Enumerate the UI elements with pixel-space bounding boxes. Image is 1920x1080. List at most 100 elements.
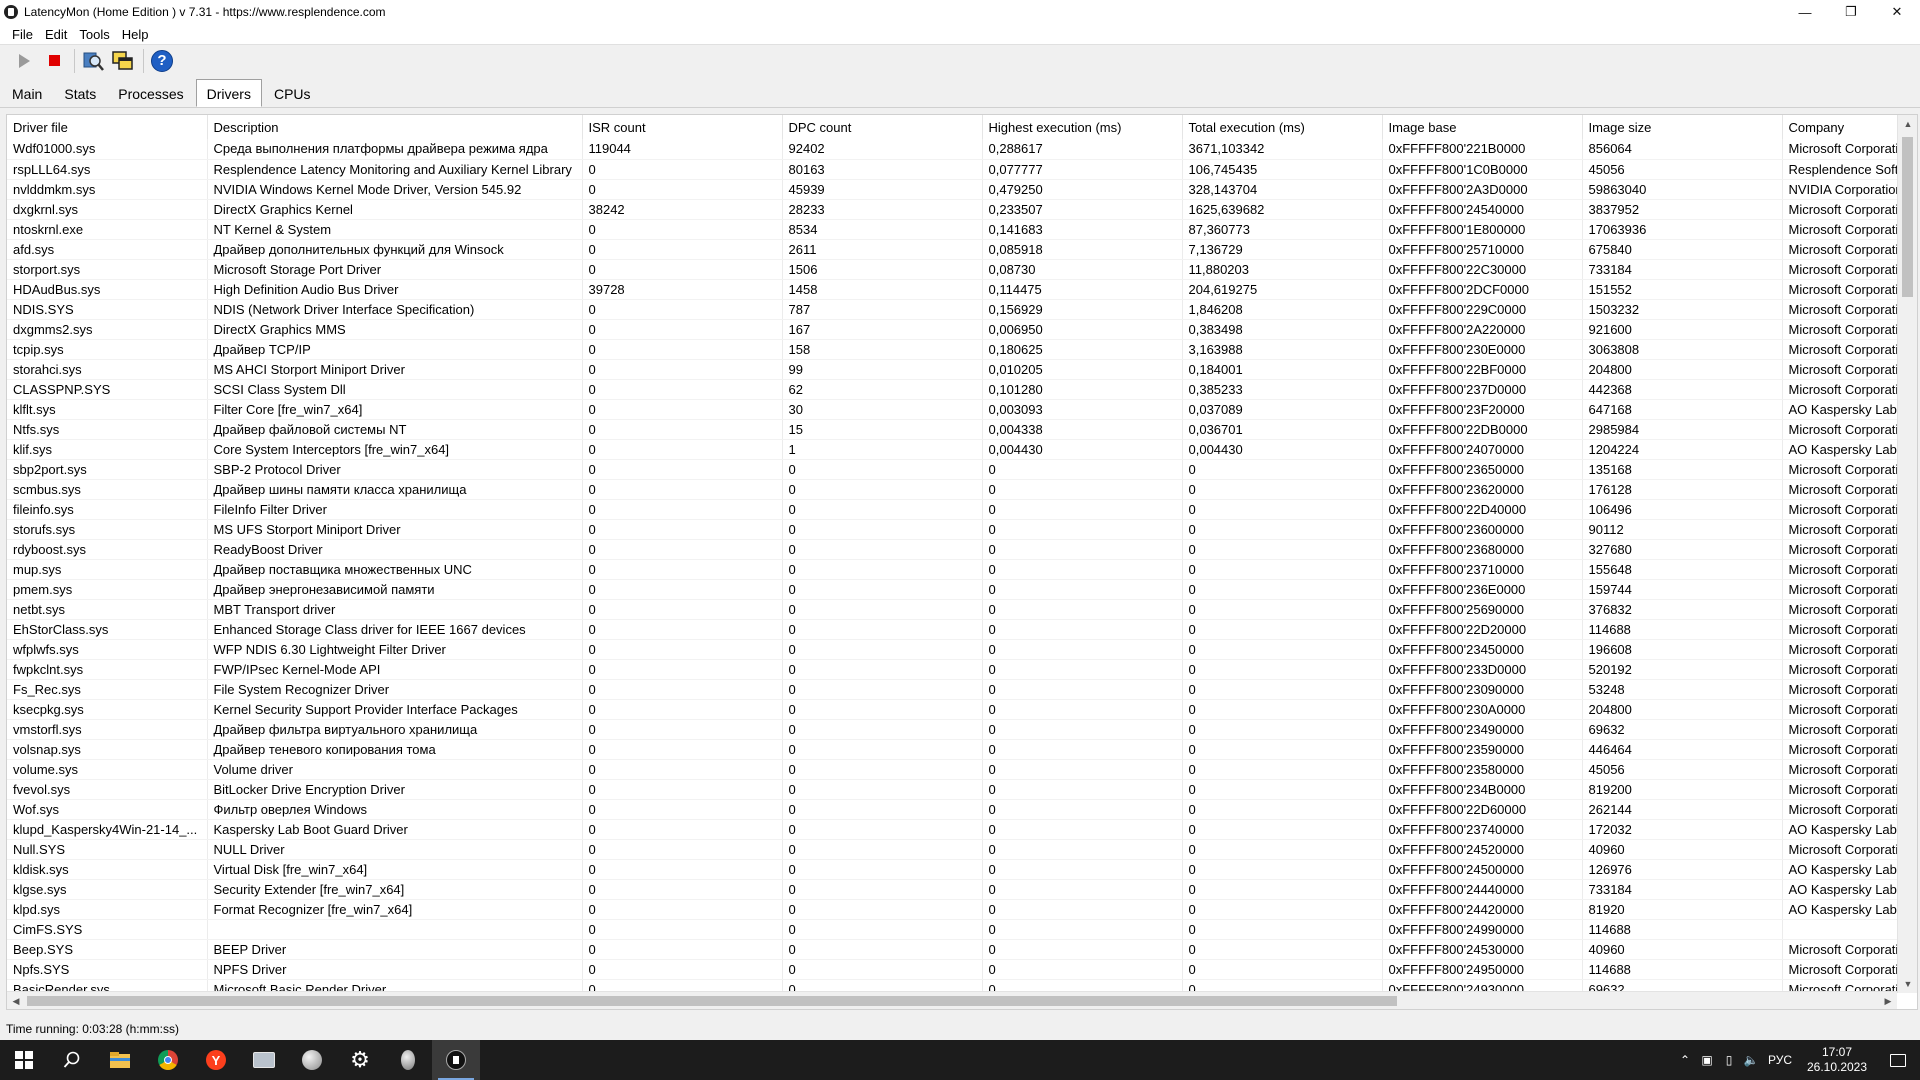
tab-main[interactable]: Main [2,81,52,107]
chevron-up-icon[interactable]: ⌃ [1674,1053,1696,1067]
table-row[interactable]: nvlddmkm.sys NVIDIA Windows Kernel Mode D… [7,179,1897,200]
table-row[interactable]: storahci.sys MS AHCI Storport Miniport Dr… [7,359,1897,380]
taskbar-clock[interactable]: 17:07 26.10.2023 [1798,1045,1876,1075]
table-row[interactable]: tcpip.sys Драйвер TCP/IP 0 158 0,180625 3,163… [7,339,1897,360]
horizontal-scrollbar[interactable]: ◀ ▶ [7,991,1897,1009]
battery-icon[interactable]: ▯ [1718,1053,1740,1067]
table-row[interactable]: CimFS.SYS 0 0 0 0 0xFFFFF800'24990000 114688 [7,919,1897,940]
table-row[interactable]: fileinfo.sys FileInfo Filter Driver 0 0 0 0 0x… [7,499,1897,520]
menu-help[interactable]: Help [116,27,155,42]
table-cell: 119044 [582,139,783,160]
drivers-grid[interactable]: Driver file Description ISR count DPC co… [7,115,1897,993]
table-row[interactable]: rspLLL64.sys Resplendence Latency Monitor… [7,159,1897,180]
vertical-scroll-thumb[interactable] [1902,137,1913,297]
taskbar-latencymon[interactable] [432,1040,480,1080]
language-indicator[interactable]: РУС [1762,1053,1798,1067]
column-header-description[interactable]: Description [207,115,583,139]
table-row[interactable]: ntoskrnl.exe NT Kernel & System 0 8534 0,141… [7,219,1897,240]
table-row[interactable]: sbp2port.sys SBP-2 Protocol Driver 0 0 0 0 0xF… [7,459,1897,480]
restore-button[interactable]: ❐ [1828,0,1874,24]
table-row[interactable]: klif.sys Core System Interceptors [fre_wi… [7,439,1897,460]
column-header-dpc-count[interactable]: DPC count [782,115,983,139]
table-cell: Microsoft Corporation [1782,379,1897,400]
table-cell: 0 [582,759,783,780]
table-row[interactable]: HDAudBus.sys High Definition Audio Bus Dr… [7,279,1897,300]
scroll-up-icon[interactable]: ▲ [1898,115,1917,133]
table-cell: 0 [782,599,983,620]
table-row[interactable]: Wof.sys Фильтр оверлея Windows 0 0 0 0 0xFFFFF… [7,799,1897,820]
volume-icon[interactable]: 🔈 [1740,1053,1762,1067]
table-row[interactable]: mup.sys Драйвер поставщика множественных … [7,559,1897,580]
close-button[interactable]: ✕ [1874,0,1920,24]
table-row[interactable]: rdyboost.sys ReadyBoost Driver 0 0 0 0 0xFFFFF… [7,539,1897,560]
table-row[interactable]: ksecpkg.sys Kernel Security Support Provi… [7,699,1897,720]
scroll-right-icon[interactable]: ▶ [1879,992,1897,1009]
column-header-company[interactable]: Company [1782,115,1897,139]
taskbar-chrome[interactable] [144,1040,192,1080]
table-row[interactable]: scmbus.sys Драйвер шины памяти класса хра… [7,479,1897,500]
table-row[interactable]: pmem.sys Драйвер энергонезависимой памяти… [7,579,1897,600]
table-row[interactable]: klupd_Kaspersky4Win-21-14_... Kaspersky L… [7,819,1897,840]
column-header-driver-file[interactable]: Driver file [7,115,208,139]
tab-stats[interactable]: Stats [54,81,106,107]
table-row[interactable]: Wdf01000.sys Среда выполнения платформы д… [7,139,1897,160]
table-row[interactable]: fwpkclnt.sys FWP/IPsec Kernel-Mode API 0 0 0… [7,659,1897,680]
scroll-down-icon[interactable]: ▼ [1898,975,1917,993]
taskbar-search-button[interactable] [48,1040,96,1080]
table-row[interactable]: EhStorClass.sys Enhanced Storage Class dr… [7,619,1897,640]
search-drivers-button[interactable] [79,48,107,74]
table-cell: 40960 [1582,839,1783,860]
start-monitoring-button[interactable] [10,48,38,74]
table-row[interactable]: fvevol.sys BitLocker Drive Encryption Dri… [7,779,1897,800]
taskbar-settings[interactable]: ⚙ [336,1040,384,1080]
start-button[interactable] [0,1040,48,1080]
taskbar-app-2[interactable] [288,1040,336,1080]
table-row[interactable]: volsnap.sys Драйвер теневого копирования … [7,739,1897,760]
column-header-highest-execution[interactable]: Highest execution (ms) [982,115,1183,139]
table-row[interactable]: storufs.sys MS UFS Storport Miniport Driv… [7,519,1897,540]
menu-edit[interactable]: Edit [39,27,73,42]
taskbar-file-explorer[interactable] [96,1040,144,1080]
table-row[interactable]: Ntfs.sys Драйвер файловой системы NT 0 15 0,… [7,419,1897,440]
menu-file[interactable]: File [6,27,39,42]
table-cell: 376832 [1582,599,1783,620]
horizontal-scroll-thumb[interactable] [27,996,1397,1006]
taskbar-yandex-browser[interactable]: Y [192,1040,240,1080]
stop-monitoring-button[interactable] [40,48,68,74]
vertical-scrollbar[interactable]: ▲ ▼ [1897,115,1917,993]
table-row[interactable]: dxgkrnl.sys DirectX Graphics Kernel 38242 2… [7,199,1897,220]
column-header-isr-count[interactable]: ISR count [582,115,783,139]
table-row[interactable]: Npfs.SYS NPFS Driver 0 0 0 0 0xFFFFF800'249500… [7,959,1897,980]
taskbar-app-3[interactable] [384,1040,432,1080]
network-icon[interactable]: ▣ [1696,1053,1718,1067]
notification-center-button[interactable] [1876,1040,1920,1080]
taskbar-app-1[interactable] [240,1040,288,1080]
tab-processes[interactable]: Processes [108,81,193,107]
table-row[interactable]: kldisk.sys Virtual Disk [fre_win7_x64] 0 0 0… [7,859,1897,880]
tab-drivers[interactable]: Drivers [195,79,262,107]
table-row[interactable]: storport.sys Microsoft Storage Port Drive… [7,259,1897,280]
column-header-image-size[interactable]: Image size [1582,115,1783,139]
copy-windows-button[interactable] [109,48,137,74]
table-row[interactable]: CLASSPNP.SYS SCSI Class System Dll 0 62 0,10… [7,379,1897,400]
table-row[interactable]: dxgmms2.sys DirectX Graphics MMS 0 167 0,006… [7,319,1897,340]
table-row[interactable]: vmstorfl.sys Драйвер фильтра виртуального… [7,719,1897,740]
table-row[interactable]: klgse.sys Security Extender [fre_win7_x64… [7,879,1897,900]
table-row[interactable]: Beep.SYS BEEP Driver 0 0 0 0 0xFFFFF800'245300… [7,939,1897,960]
table-row[interactable]: NDIS.SYS NDIS (Network Driver Interface S… [7,299,1897,320]
table-row[interactable]: volume.sys Volume driver 0 0 0 0 0xFFFFF800'23… [7,759,1897,780]
table-row[interactable]: netbt.sys MBT Transport driver 0 0 0 0 0xFFFFF… [7,599,1897,620]
column-header-image-base[interactable]: Image base [1382,115,1583,139]
table-row[interactable]: klflt.sys Filter Core [fre_win7_x64] 0 30 0,… [7,399,1897,420]
table-row[interactable]: Fs_Rec.sys File System Recognizer Driver 0… [7,679,1897,700]
scroll-left-icon[interactable]: ◀ [7,992,25,1009]
menu-tools[interactable]: Tools [73,27,115,42]
minimize-button[interactable]: — [1782,0,1828,24]
table-row[interactable]: klpd.sys Format Recognizer [fre_win7_x64]… [7,899,1897,920]
table-row[interactable]: afd.sys Драйвер дополнительных функций дл… [7,239,1897,260]
column-header-total-execution[interactable]: Total execution (ms) [1182,115,1383,139]
tab-cpus[interactable]: CPUs [264,81,321,107]
table-row[interactable]: wfplwfs.sys WFP NDIS 6.30 Lightweight Fil… [7,639,1897,660]
help-button[interactable]: ? [148,48,176,74]
table-row[interactable]: Null.SYS NULL Driver 0 0 0 0 0xFFFFF800'245200… [7,839,1897,860]
